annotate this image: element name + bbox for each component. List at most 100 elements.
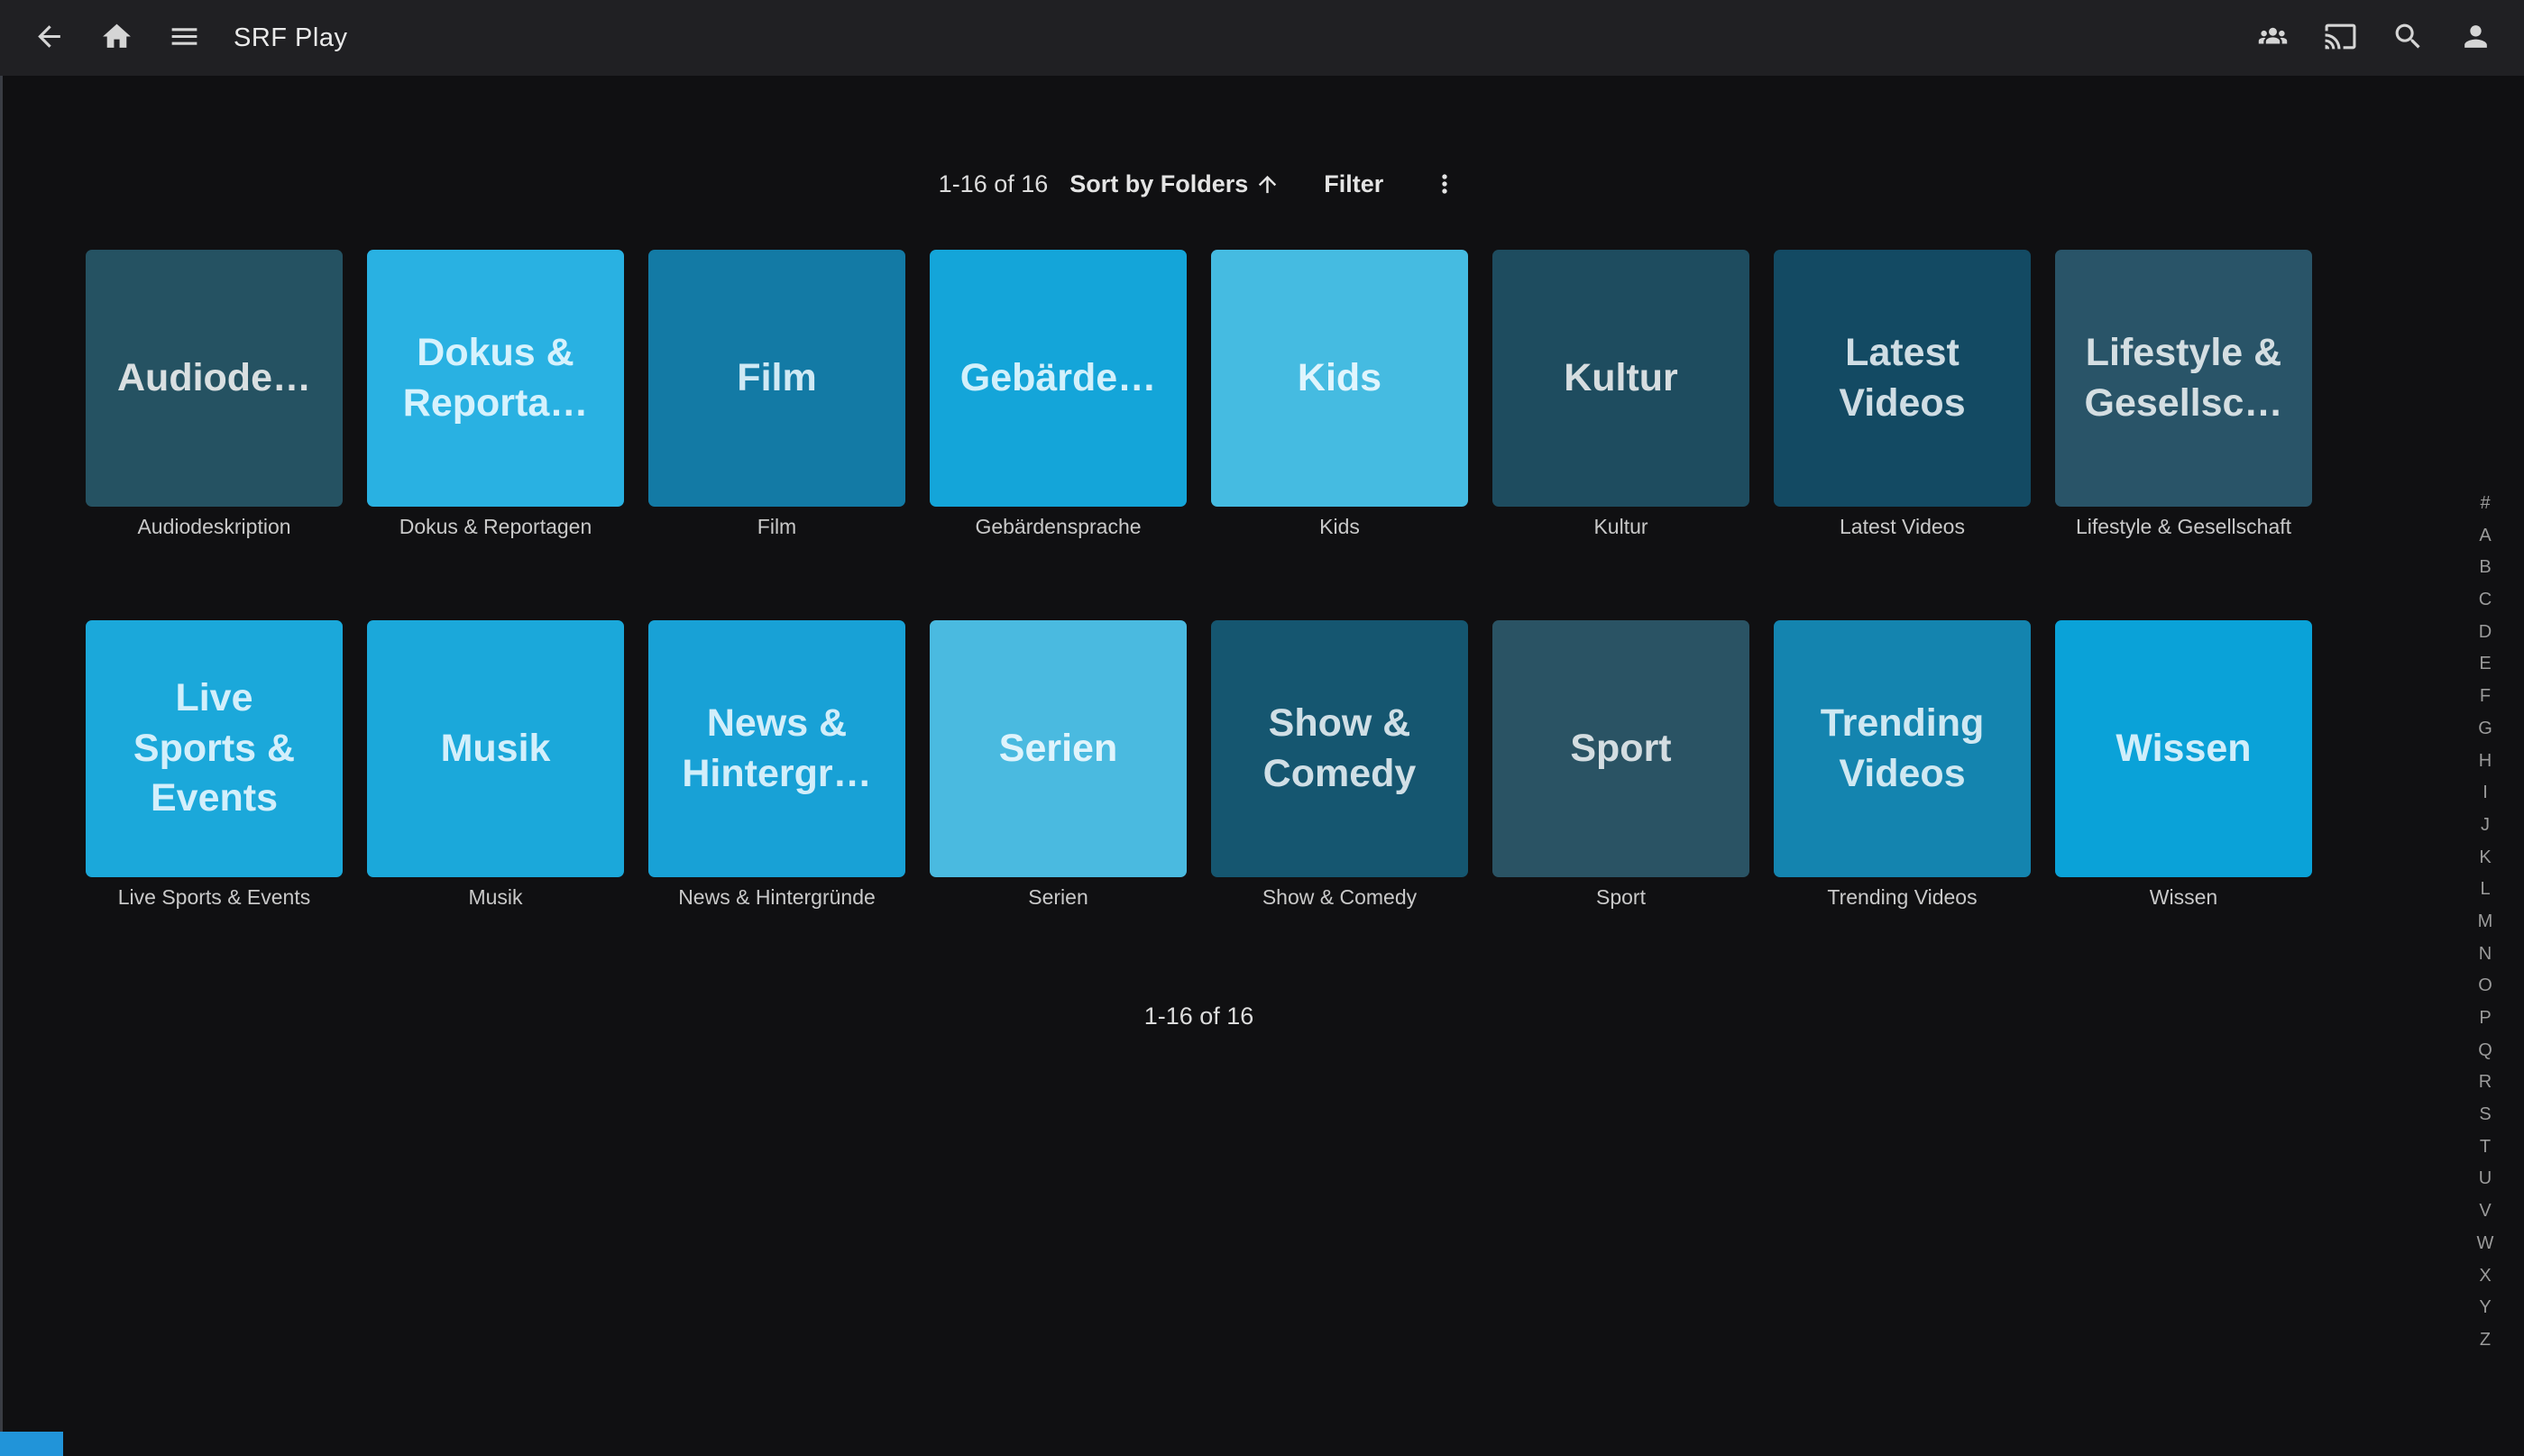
home-button[interactable] [91,13,142,63]
folder-tile-title: Audiode… [110,353,318,404]
alpha-letter[interactable]: L [2480,880,2490,898]
alpha-letter[interactable]: K [2479,848,2491,866]
folder-card[interactable]: News & Hintergr…News & Hintergründe [648,620,905,912]
folder-tile-title: Kultur [1556,353,1685,404]
folder-tile-title: Sport [1563,724,1678,774]
more-options-button[interactable] [1430,169,1459,198]
page-title: SRF Play [234,23,347,53]
alpha-letter[interactable]: A [2479,527,2491,545]
alpha-letter[interactable]: E [2479,655,2491,673]
folder-tile: Kids [1211,250,1468,507]
folder-tile-title: Trending Videos [1813,699,1992,800]
folder-tile-title: Show & Comedy [1256,699,1424,800]
cast-button[interactable] [2315,13,2365,63]
item-count: 1-16 of 16 [939,170,1049,198]
folder-card[interactable]: Dokus & Reporta… Dokus & Reportagen [367,250,624,542]
library-content: 1-16 of 16 Sort by Folders Filter Audiod… [86,166,2312,1030]
folder-card[interactable]: Kultur Kultur [1492,250,1749,542]
alpha-letter[interactable]: B [2479,558,2491,576]
folder-tile-title: Musik [434,724,558,774]
folder-caption: Dokus & Reportagen [367,515,624,542]
kebab-menu-icon [1430,169,1459,198]
sort-button-label: Sort by Folders [1069,170,1248,198]
folder-card[interactable]: SerienSerien [930,620,1187,912]
alpha-letter[interactable]: P [2479,1009,2491,1027]
alpha-letter[interactable]: F [2480,687,2491,705]
folder-tile: Serien [930,620,1187,877]
home-icon [100,20,133,56]
folder-card[interactable]: Audiode…Audiodeskription [86,250,343,542]
alpha-letter[interactable]: V [2479,1202,2491,1220]
folder-tile-title: Film [730,353,823,404]
folder-card[interactable]: Latest Videos Latest Videos [1774,250,2031,542]
alpha-letter[interactable]: I [2483,783,2488,801]
user-button[interactable] [2450,13,2501,63]
arrow-back-icon [32,20,66,56]
folder-tile: Gebärde… [930,250,1187,507]
sort-button[interactable]: Sort by Folders [1069,170,1280,198]
toolbar: 1-16 of 16 Sort by Folders Filter [86,166,2312,202]
menu-button[interactable] [159,13,209,63]
alpha-letter[interactable]: # [2480,494,2490,512]
folder-tile-title: Gebärde… [953,353,1163,404]
alpha-letter[interactable]: H [2479,752,2492,770]
folder-tile-title: Lifestyle & Gesellsc… [2078,328,2290,429]
scrollbar-thumb[interactable] [0,1432,63,1456]
folder-card[interactable]: Gebärde… Gebärdensprache [930,250,1187,542]
folder-tile-title: Dokus & Reporta… [396,328,595,429]
filter-button[interactable]: Filter [1324,170,1383,198]
folder-card[interactable]: Live Sports & Events Live Sports & Events [86,620,343,912]
alpha-letter[interactable]: G [2478,719,2492,737]
alpha-letter[interactable]: C [2479,591,2492,609]
footer-item-count: 1-16 of 16 [86,1003,2312,1030]
folder-caption: Film [648,515,905,542]
folder-tile: Film [648,250,905,507]
folder-tile-title: News & Hintergr… [675,699,878,800]
folder-tile: Trending Videos [1774,620,2031,877]
alpha-letter[interactable]: N [2479,945,2492,963]
folder-caption: Live Sports & Events [86,885,343,912]
folder-caption: Latest Videos [1774,515,2031,542]
filter-button-label: Filter [1324,170,1383,198]
folder-caption: Show & Comedy [1211,885,1468,912]
folder-tile-title: Serien [992,724,1124,774]
alpha-letter[interactable]: Q [2478,1041,2492,1059]
alpha-letter[interactable]: X [2479,1267,2491,1285]
syncplay-button[interactable] [2247,13,2298,63]
folder-card[interactable]: WissenWissen [2055,620,2312,912]
folder-card[interactable]: Trending Videos Trending Videos [1774,620,2031,912]
alpha-letter[interactable]: R [2479,1073,2492,1091]
folder-tile: Musik [367,620,624,877]
alpha-letter[interactable]: T [2480,1138,2491,1156]
alpha-letter[interactable]: W [2477,1234,2494,1252]
alpha-letter[interactable]: U [2479,1169,2492,1187]
folder-card[interactable]: Show & Comedy Show & Comedy [1211,620,1468,912]
arrow-up-icon [1254,171,1280,197]
alpha-letter[interactable]: Z [2480,1331,2491,1349]
folder-caption: Trending Videos [1774,885,2031,912]
alpha-letter[interactable]: S [2479,1105,2491,1123]
back-button[interactable] [23,13,74,63]
folder-card[interactable]: Film Film [648,250,905,542]
folder-tile: Live Sports & Events [86,620,343,877]
folder-card[interactable]: SportSport [1492,620,1749,912]
folder-card[interactable]: KidsKids [1211,250,1468,542]
folder-tile: Wissen [2055,620,2312,877]
alpha-letter[interactable]: O [2478,976,2492,994]
alpha-letter[interactable]: M [2478,912,2493,930]
left-scrollbar-track[interactable] [0,76,3,1456]
folder-tile-title: Wissen [2108,724,2258,774]
search-icon [2391,20,2425,56]
folder-caption: Lifestyle & Gesellschaft [2055,515,2312,542]
folder-caption: Gebärdensprache [930,515,1187,542]
alpha-letter[interactable]: D [2479,623,2492,641]
people-group-icon [2256,20,2290,56]
folder-card[interactable]: MusikMusik [367,620,624,912]
folder-tile-title: Latest Videos [1831,328,1972,429]
folder-card[interactable]: Lifestyle & Gesellsc… Lifestyle & Gesells… [2055,250,2312,542]
folder-tile-title: Kids [1290,353,1389,404]
folder-caption: Kultur [1492,515,1749,542]
alpha-letter[interactable]: Y [2479,1298,2491,1316]
search-button[interactable] [2382,13,2433,63]
alpha-letter[interactable]: J [2481,816,2490,834]
